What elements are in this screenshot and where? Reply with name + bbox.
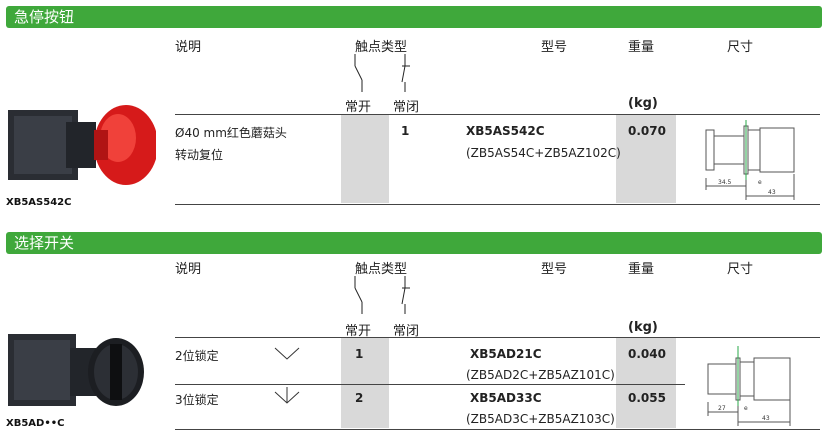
three-position-icon — [274, 387, 300, 404]
dim-b-label: 43 — [768, 189, 776, 196]
header-weight: 重量 — [628, 262, 655, 277]
two-position-icon — [274, 347, 300, 360]
row-2-weight: 0.055 — [628, 391, 666, 405]
row-2-no-count: 2 — [355, 391, 364, 405]
table-bottom-rule — [175, 204, 820, 205]
no-column-shade — [341, 338, 389, 428]
header-model: 型号 — [541, 262, 568, 277]
nc-contact-symbol-icon — [401, 276, 410, 314]
model-number: XB5AS542C — [466, 124, 545, 138]
nc-contact-symbol-icon — [401, 54, 410, 92]
subheader-weight-unit: (kg) — [628, 320, 658, 335]
model-components: (ZB5AS54C+ZB5AZ102C) — [466, 146, 621, 160]
product-caption: XB5AS542C — [6, 197, 72, 208]
emergency-stop-product-image — [8, 105, 156, 185]
subheader-weight-unit: (kg) — [628, 96, 658, 111]
header-description: 说明 — [175, 262, 202, 277]
row-1-model-components: (ZB5AD2C+ZB5AZ101C) — [466, 368, 615, 382]
description-line-2: 转动复位 — [175, 148, 224, 162]
no-contact-symbol-icon — [354, 276, 363, 314]
dim-a-label: 27 — [718, 405, 726, 412]
subheader-nc: 常闭 — [393, 100, 420, 115]
table-header-rule — [175, 114, 820, 115]
dim-e-label: e — [744, 405, 748, 412]
row-divider — [175, 384, 685, 385]
dim-e-label: e — [758, 179, 762, 186]
header-description: 说明 — [175, 40, 202, 55]
table-header-rule — [175, 337, 820, 338]
header-model: 型号 — [541, 40, 568, 55]
row-2-description: 3位锁定 — [175, 393, 219, 407]
header-size: 尺寸 — [727, 40, 754, 55]
no-contact-symbol-icon — [354, 54, 363, 92]
dim-a-label: 34.5 — [718, 179, 732, 186]
weight-value: 0.070 — [628, 124, 666, 138]
table-bottom-rule — [175, 429, 820, 430]
subheader-no: 常开 — [345, 100, 372, 115]
selector-switch-product-image — [8, 334, 144, 406]
row-1-description: 2位锁定 — [175, 349, 219, 363]
contact-symbols — [354, 54, 410, 92]
row-1-no-count: 1 — [355, 347, 364, 361]
row-2-model-number: XB5AD33C — [470, 391, 542, 405]
row-1-weight: 0.040 — [628, 347, 666, 361]
dimension-drawing: 34.5 e 43 — [705, 120, 795, 200]
header-contact-type: 触点类型 — [355, 262, 408, 277]
section-title-emergency-stop: 急停按钮 — [6, 6, 822, 28]
nc-count: 1 — [401, 124, 410, 138]
row-2-model-components: (ZB5AD3C+ZB5AZ103C) — [466, 412, 615, 426]
dimension-drawing: 27 e 43 — [707, 346, 791, 426]
dim-b-label: 43 — [762, 415, 770, 422]
header-size: 尺寸 — [727, 262, 754, 277]
contact-symbols — [354, 276, 410, 314]
product-caption: XB5AD••C — [6, 418, 65, 429]
row-1-model-number: XB5AD21C — [470, 347, 542, 361]
no-column-shade — [341, 115, 389, 203]
header-contact-type: 触点类型 — [355, 40, 408, 55]
section-title-selector-switch: 选择开关 — [6, 232, 822, 254]
description-line-1: Ø40 mm红色蘑菇头 — [175, 126, 287, 140]
header-weight: 重量 — [628, 40, 655, 55]
